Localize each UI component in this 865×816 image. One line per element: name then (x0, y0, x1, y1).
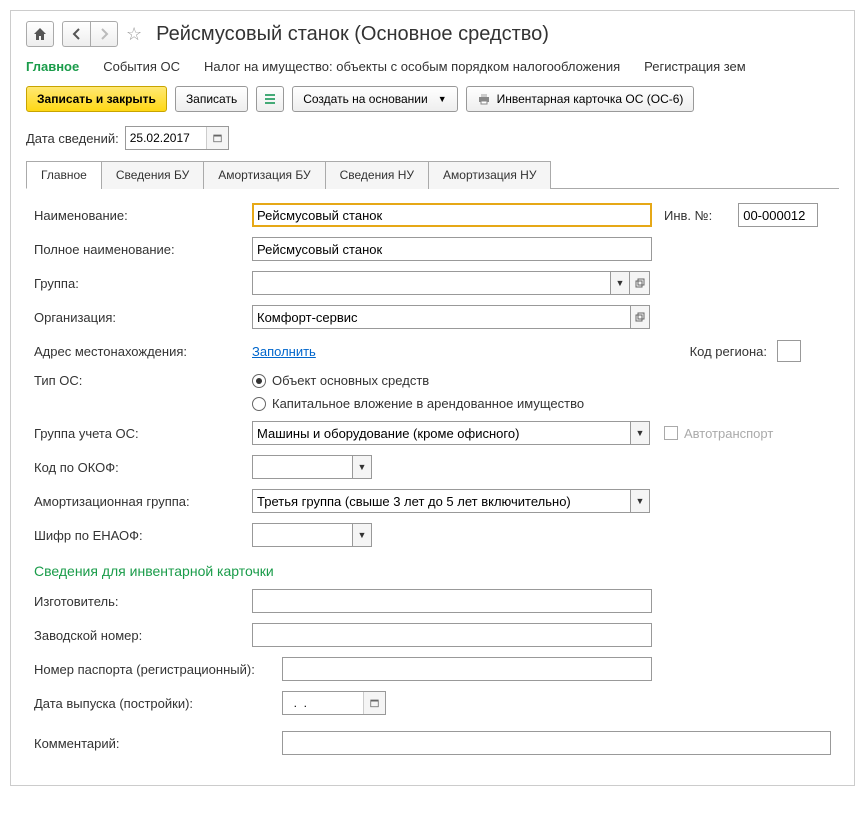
org-input[interactable] (252, 305, 630, 329)
calendar-icon (213, 132, 222, 144)
printer-icon (477, 93, 491, 105)
calendar-icon (370, 697, 379, 709)
inventory-card-button[interactable]: Инвентарная карточка ОС (ОС-6) (466, 86, 695, 112)
release-date-input[interactable] (283, 692, 363, 714)
type-option-asset-label: Объект основных средств (272, 373, 429, 388)
org-open-button[interactable] (630, 305, 650, 329)
tab-bu-amort[interactable]: Амортизация БУ (203, 161, 325, 189)
group-open-button[interactable] (630, 271, 650, 295)
tab-main[interactable]: Главное (26, 161, 102, 189)
save-button[interactable]: Записать (175, 86, 248, 112)
home-button[interactable] (26, 21, 54, 47)
inv-number-input[interactable] (738, 203, 818, 227)
type-option-asset[interactable]: Объект основных средств (252, 373, 584, 388)
acct-group-label: Группа учета ОС: (34, 426, 252, 441)
open-icon (635, 312, 645, 322)
release-date-label: Дата выпуска (постройки): (34, 696, 282, 711)
date-info-label: Дата сведений: (26, 131, 119, 146)
open-icon (635, 278, 645, 288)
maker-input[interactable] (252, 589, 652, 613)
okof-dropdown-button[interactable]: ▼ (352, 455, 372, 479)
region-code-input[interactable] (777, 340, 801, 362)
region-code-label: Код региона: (690, 344, 767, 359)
fullname-label: Полное наименование: (34, 242, 252, 257)
radio-icon (252, 374, 266, 388)
radio-icon (252, 397, 266, 411)
amort-group-label: Амортизационная группа: (34, 494, 252, 509)
okof-label: Код по ОКОФ: (34, 460, 252, 475)
acct-group-dropdown-button[interactable]: ▼ (630, 421, 650, 445)
back-button[interactable] (62, 21, 90, 47)
tab-bu-info[interactable]: Сведения БУ (101, 161, 204, 189)
save-and-close-button[interactable]: Записать и закрыть (26, 86, 167, 112)
type-label: Тип ОС: (34, 373, 252, 388)
type-option-capital-label: Капитальное вложение в арендованное имущ… (272, 396, 584, 411)
name-label: Наименование: (34, 208, 252, 223)
comment-input[interactable] (282, 731, 831, 755)
amort-group-dropdown-button[interactable]: ▼ (630, 489, 650, 513)
fullname-input[interactable] (252, 237, 652, 261)
nav-events[interactable]: События ОС (103, 59, 180, 74)
release-date-calendar-button[interactable] (363, 692, 385, 714)
passport-input[interactable] (282, 657, 652, 681)
forward-button[interactable] (90, 21, 118, 47)
okof-input[interactable] (252, 455, 352, 479)
name-input[interactable] (252, 203, 652, 227)
favorite-star-icon[interactable]: ☆ (126, 24, 142, 45)
enaof-label: Шифр по ЕНАОФ: (34, 528, 252, 543)
create-based-label: Создать на основании (303, 92, 428, 106)
enaof-input[interactable] (252, 523, 352, 547)
home-icon (33, 27, 47, 41)
inventory-card-label: Инвентарная карточка ОС (ОС-6) (497, 92, 684, 106)
tab-nu-info[interactable]: Сведения НУ (325, 161, 429, 189)
address-label: Адрес местонахождения: (34, 344, 252, 359)
passport-label: Номер паспорта (регистрационный): (34, 662, 282, 677)
arrow-left-icon (71, 28, 83, 40)
maker-label: Изготовитель: (34, 594, 252, 609)
comment-label: Комментарий: (34, 736, 282, 751)
enaof-dropdown-button[interactable]: ▼ (352, 523, 372, 547)
group-input[interactable] (252, 271, 610, 295)
acct-group-input[interactable] (252, 421, 630, 445)
nav-registration[interactable]: Регистрация зем (644, 59, 746, 74)
page-title: Рейсмусовый станок (Основное средство) (156, 23, 549, 46)
inventory-card-section-title: Сведения для инвентарной карточки (34, 563, 831, 579)
address-fill-link[interactable]: Заполнить (252, 344, 316, 359)
nav-main[interactable]: Главное (26, 59, 79, 74)
factory-num-label: Заводской номер: (34, 628, 252, 643)
group-dropdown-button[interactable]: ▼ (610, 271, 630, 295)
auto-checkbox[interactable] (664, 426, 678, 440)
group-label: Группа: (34, 276, 252, 291)
date-info-input[interactable] (126, 127, 206, 149)
auto-checkbox-label: Автотранспорт (684, 426, 773, 441)
calendar-button[interactable] (206, 127, 228, 149)
factory-num-input[interactable] (252, 623, 652, 647)
list-icon (263, 92, 277, 106)
inv-number-label: Инв. №: (664, 208, 712, 223)
amort-group-input[interactable] (252, 489, 630, 513)
nav-tax[interactable]: Налог на имущество: объекты с особым пор… (204, 59, 620, 74)
list-button[interactable] (256, 86, 284, 112)
type-option-capital[interactable]: Капитальное вложение в арендованное имущ… (252, 396, 584, 411)
org-label: Организация: (34, 310, 252, 325)
tab-nu-amort[interactable]: Амортизация НУ (428, 161, 551, 189)
chevron-down-icon: ▼ (438, 94, 447, 104)
create-based-on-button[interactable]: Создать на основании ▼ (292, 86, 457, 112)
arrow-right-icon (98, 28, 110, 40)
